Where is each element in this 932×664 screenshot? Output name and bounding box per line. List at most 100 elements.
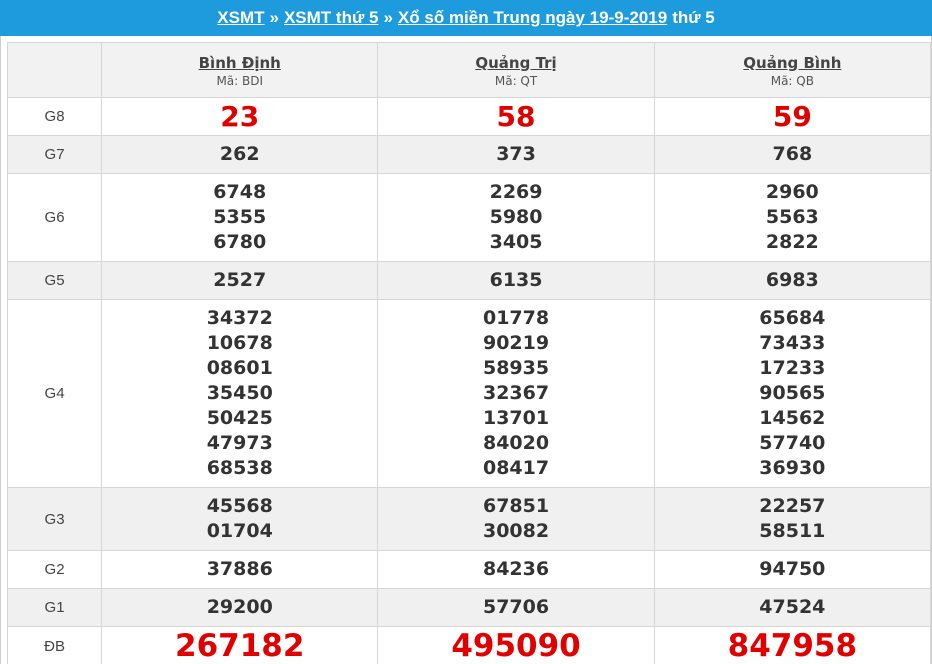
prize-cell-quang-tri: 495090 <box>377 626 655 664</box>
prize-cell-binh-dinh: 34372 10678 08601 35450 50425 47973 68538 <box>101 299 379 488</box>
prize-cell-quang-tri: 67851 30082 <box>377 487 655 551</box>
prize-cell-quang-tri: 57706 <box>377 588 655 627</box>
winning-number: 6135 <box>489 269 543 291</box>
prize-label: G1 <box>6 588 103 627</box>
winning-number: 01704 <box>206 520 273 542</box>
winning-number: 73433 <box>759 332 826 354</box>
winning-number: 37886 <box>206 558 273 580</box>
winning-number: 5355 <box>213 206 267 228</box>
winning-number: 58511 <box>759 520 826 542</box>
prize-label: G7 <box>6 135 103 174</box>
prize-cell-quang-binh: 6983 <box>653 261 932 300</box>
winning-number: 29200 <box>206 596 273 618</box>
winning-number: 45568 <box>206 495 273 517</box>
prize-cell-quang-tri: 373 <box>377 135 655 174</box>
prize-cell-quang-tri: 58 <box>377 97 655 136</box>
province-link-binh-dinh[interactable]: Bình Định <box>102 54 377 73</box>
prize-cell-quang-tri: 84236 <box>377 550 655 589</box>
winning-number: 08417 <box>482 457 550 479</box>
province-header-quang-binh: Quảng Bình Mã: QB <box>653 42 932 98</box>
winning-number: 84020 <box>482 432 550 454</box>
winning-number: 5980 <box>489 206 543 228</box>
prize-cell-binh-dinh: 2527 <box>101 261 379 300</box>
winning-number: 5563 <box>765 206 819 228</box>
winning-number: 68538 <box>206 457 273 479</box>
winning-number: 67851 <box>482 495 550 517</box>
winning-number: 267182 <box>175 628 305 664</box>
winning-number: 32367 <box>482 382 550 404</box>
prize-cell-quang-binh: 59 <box>653 97 932 136</box>
province-code: Mã: QT <box>494 73 538 88</box>
results-panel: Bình Định Mã: BDI Quảng Trị Mã: QT Quảng… <box>0 36 932 664</box>
winning-number: 30082 <box>482 520 550 542</box>
winning-number: 58935 <box>482 357 550 379</box>
province-link-quang-tri[interactable]: Quảng Trị <box>378 54 653 73</box>
prize-cell-quang-binh: 65684 73433 17233 90565 14562 57740 36930 <box>653 299 932 488</box>
winning-number: 36930 <box>759 457 826 479</box>
winning-number: 847958 <box>727 628 858 664</box>
prize-rows: G8 23 58 59 G7 262 373 768 G6 6748 5355 6780 2269 598… <box>6 97 932 664</box>
prize-label: ĐB <box>6 626 103 664</box>
province-code: Mã: QB <box>770 73 814 88</box>
breadcrumb-link-results-date[interactable]: Xổ số miền Trung ngày 19-9-2019 <box>398 8 667 28</box>
winning-number: 495090 <box>451 628 581 664</box>
winning-number: 17233 <box>759 357 826 379</box>
prize-row-g5: G5 2527 6135 6983 <box>6 261 932 300</box>
prize-row-g4: G4 34372 10678 08601 35450 50425 47973 68538 017… <box>6 299 932 488</box>
prize-row-g7: G7 262 373 768 <box>6 135 932 174</box>
prize-cell-quang-tri: 2269 5980 3405 <box>377 173 655 262</box>
winning-number: 262 <box>219 143 260 165</box>
winning-number: 3405 <box>489 231 543 253</box>
province-code: Mã: BDI <box>216 73 264 88</box>
prize-label: G5 <box>6 261 103 300</box>
prize-row-g1: G1 29200 57706 47524 <box>6 588 932 627</box>
winning-number: 08601 <box>206 357 273 379</box>
corner-cell <box>6 42 103 98</box>
prize-cell-quang-binh: 22257 58511 <box>653 487 932 551</box>
prize-label: G6 <box>6 173 103 262</box>
prize-row-g2: G2 37886 84236 94750 <box>6 550 932 589</box>
prize-label: G3 <box>6 487 103 551</box>
winning-number: 50425 <box>206 407 273 429</box>
prize-cell-quang-binh: 2960 5563 2822 <box>653 173 932 262</box>
winning-number: 47524 <box>759 596 826 618</box>
winning-number: 65684 <box>759 307 826 329</box>
prize-cell-quang-tri: 01778 90219 58935 32367 13701 84020 08417 <box>377 299 655 488</box>
prize-cell-binh-dinh: 29200 <box>101 588 379 627</box>
prize-cell-quang-tri: 6135 <box>377 261 655 300</box>
winning-number: 6748 <box>213 181 267 203</box>
prize-cell-quang-binh: 768 <box>653 135 932 174</box>
breadcrumb-weekday: thứ 5 <box>672 8 715 27</box>
winning-number: 34372 <box>206 307 273 329</box>
winning-number: 59 <box>772 99 812 133</box>
prize-cell-binh-dinh: 6748 5355 6780 <box>101 173 379 262</box>
winning-number: 35450 <box>206 382 273 404</box>
prize-cell-binh-dinh: 45568 01704 <box>101 487 379 551</box>
winning-number: 2269 <box>489 181 543 203</box>
winning-number: 94750 <box>759 558 826 580</box>
prize-row-g3: G3 45568 01704 67851 30082 22257 58511 <box>6 487 932 551</box>
prize-cell-binh-dinh: 262 <box>101 135 379 174</box>
winning-number: 58 <box>496 99 536 133</box>
winning-number: 2960 <box>765 181 819 203</box>
winning-number: 373 <box>496 143 536 165</box>
winning-number: 47973 <box>206 432 273 454</box>
breadcrumb-separator: » <box>269 8 279 27</box>
breadcrumb-link-xsmt-thu-5[interactable]: XSMT thứ 5 <box>284 8 378 28</box>
breadcrumb-link-xsmt[interactable]: XSMT <box>217 8 264 28</box>
winning-number: 22257 <box>759 495 826 517</box>
prize-cell-quang-binh: 847958 <box>653 626 932 664</box>
province-link-quang-binh[interactable]: Quảng Bình <box>655 54 930 73</box>
winning-number: 57706 <box>482 596 550 618</box>
prize-row-g6: G6 6748 5355 6780 2269 5980 3405 2960 5563 2822 <box>6 173 932 262</box>
breadcrumb-separator: » <box>383 8 393 27</box>
prize-cell-binh-dinh: 267182 <box>101 626 379 664</box>
winning-number: 6983 <box>765 269 819 291</box>
province-header-quang-tri: Quảng Trị Mã: QT <box>377 42 655 98</box>
winning-number: 57740 <box>759 432 826 454</box>
prize-cell-quang-binh: 94750 <box>653 550 932 589</box>
prize-label: G4 <box>6 299 103 488</box>
winning-number: 6780 <box>213 231 267 253</box>
winning-number: 23 <box>220 99 260 133</box>
province-header-binh-dinh: Bình Định Mã: BDI <box>101 42 379 98</box>
